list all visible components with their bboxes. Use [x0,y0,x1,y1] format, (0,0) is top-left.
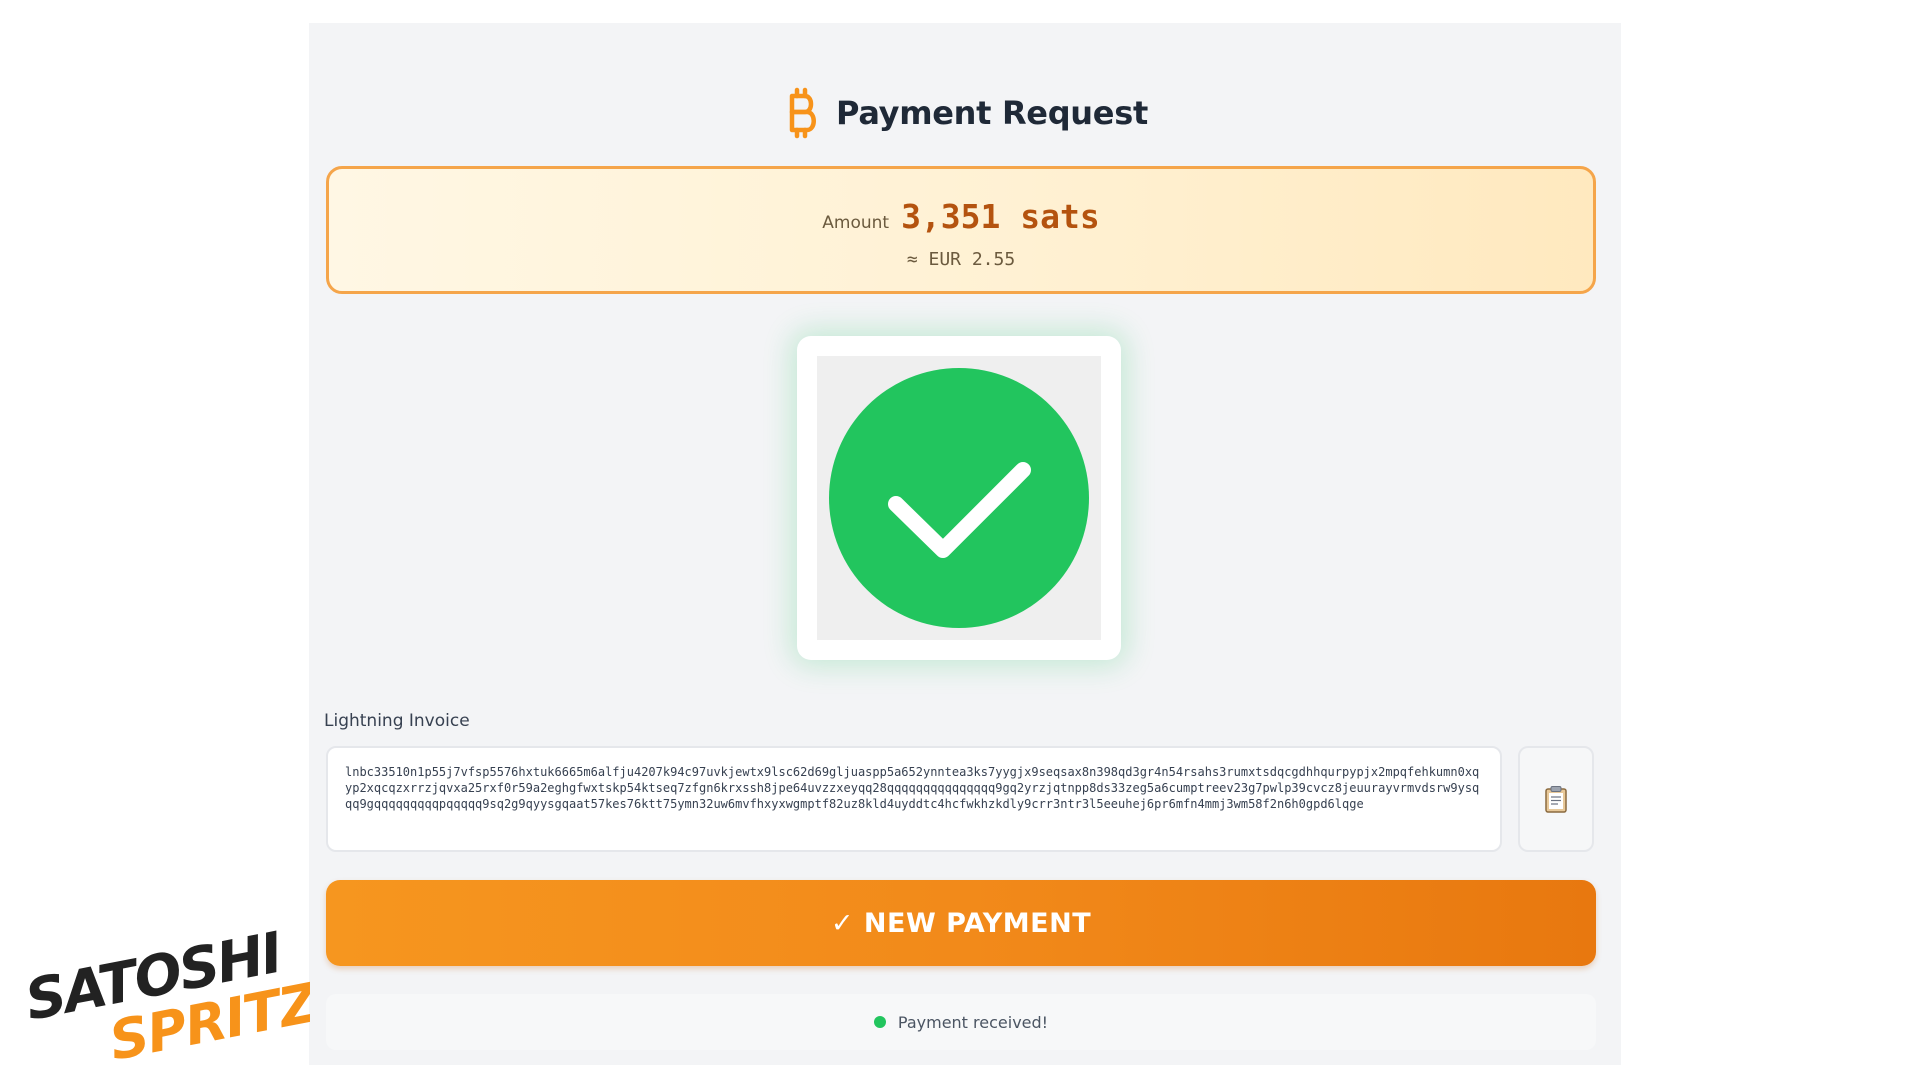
qr-area [817,356,1101,640]
new-payment-button[interactable]: ✓ NEW PAYMENT [326,880,1596,966]
invoice-label: Lightning Invoice [324,711,470,731]
amount-label: Amount [822,213,890,233]
amount-value: 3,351 sats [901,197,1100,236]
amount-card: Amount 3,351 sats ≈ EUR 2.55 [326,166,1596,294]
new-payment-label: ✓ NEW PAYMENT [830,907,1092,939]
payment-panel: Payment Request Amount 3,351 sats ≈ EUR … [309,23,1621,1065]
invoice-field[interactable]: lnbc33510n1p55j7vfsp5576hxtuk6665m6alfju… [326,746,1502,852]
fiat-amount: ≈ EUR 2.55 [906,249,1016,270]
page-header: Payment Request [309,83,1621,143]
check-circle-icon [829,368,1089,628]
status-text: Payment received! [897,1012,1049,1032]
clipboard-icon [1545,786,1567,813]
payment-status-card [797,336,1121,660]
status-bar: Payment received! [326,994,1596,1050]
bitcoin-icon [782,85,822,141]
amount-row: Amount 3,351 sats [329,197,1593,236]
status-dot-icon [873,1016,886,1028]
page-title: Payment Request [836,94,1148,132]
satoshi-spritz-logo: SATOSHI SPRITZ [20,920,310,1072]
copy-invoice-button[interactable] [1518,746,1594,852]
